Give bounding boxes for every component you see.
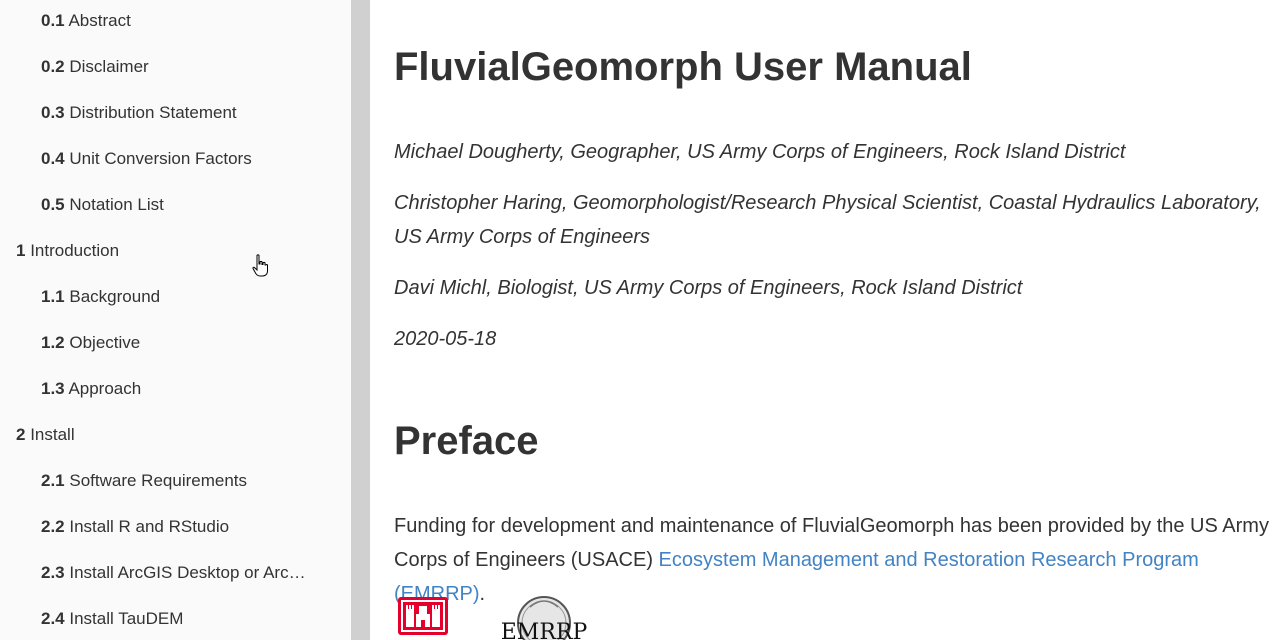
toc-label: Unit Conversion Factors [69,149,252,168]
toc-number: 1.3 [41,379,65,398]
toc-item-notation-list[interactable]: 0.5 Notation List [41,194,164,216]
emrrp-logo: EMRRP [501,596,588,640]
toc-label: Software Requirements [69,471,248,490]
toc-label: Install R and RStudio [69,517,230,536]
toc-number: 1.1 [41,287,65,306]
author-line: Michael Dougherty, Geographer, US Army C… [394,141,1126,163]
toc-number: 2.4 [41,609,65,628]
toc-number: 0.5 [41,195,65,214]
preface-period: . [479,583,486,605]
toc-label: Distribution Statement [69,103,237,122]
toc-item-install-r-rstudio[interactable]: 2.2 Install R and RStudio [41,516,229,538]
usace-castle-logo [398,597,448,635]
toc-label: Disclaimer [69,57,149,76]
toc-item-abstract[interactable]: 0.1 Abstract [41,10,131,32]
document-date: 2020-05-18 [394,328,497,350]
toc-label: Background [69,287,161,306]
toc-item-approach[interactable]: 1.3 Approach [41,378,141,400]
toc-number: 0.4 [41,149,65,168]
sidebar-splitter[interactable] [351,0,370,640]
toc-label: Notation List [69,195,164,214]
document-body: FluvialGeomorph User Manual Michael Doug… [370,0,1280,640]
toc-number: 2.3 [41,563,65,582]
toc-item-background[interactable]: 1.1 Background [41,286,160,308]
toc-label: Approach [68,379,142,398]
toc-label: Introduction [30,241,120,260]
toc-item-unit-conversion-factors[interactable]: 0.4 Unit Conversion Factors [41,148,252,170]
toc-number: 2 [16,425,26,444]
toc-item-software-requirements[interactable]: 2.1 Software Requirements [41,470,247,492]
toc-item-introduction[interactable]: 1 Introduction [16,240,119,262]
toc-item-disclaimer[interactable]: 0.2 Disclaimer [41,56,149,78]
toc-number: 0.3 [41,103,65,122]
toc-number: 0.2 [41,57,65,76]
hand-pointer-cursor-icon [252,254,268,277]
toc-sidebar: 0.1 Abstract 0.2 Disclaimer 0.3 Distribu… [0,0,351,640]
toc-item-install-taudem[interactable]: 2.4 Install TauDEM [41,608,183,630]
toc-label: Abstract [68,11,131,30]
toc-label: Objective [69,333,141,352]
toc-number: 2.1 [41,471,65,490]
author-line: Davi Michl, Biologist, US Army Corps of … [394,277,1023,299]
emrrp-logo-text: EMRRP [501,620,588,640]
toc-item-distribution-statement[interactable]: 0.3 Distribution Statement [41,102,237,124]
toc-number: 1.2 [41,333,65,352]
toc-label: Install [30,425,75,444]
toc-label: Install ArcGIS Desktop or Arc… [69,563,306,582]
toc-number: 1 [16,241,26,260]
toc-number: 2.2 [41,517,65,536]
toc-item-install-arcgis[interactable]: 2.3 Install ArcGIS Desktop or Arc… [41,562,306,584]
toc-number: 0.1 [41,11,65,30]
toc-item-objective[interactable]: 1.2 Objective [41,332,140,354]
preface-heading: Preface [394,419,539,463]
author-line: Christopher Haring, Geomorphologist/Rese… [394,192,1261,248]
page-title: FluvialGeomorph User Manual [394,45,972,89]
toc-label: Install TauDEM [69,609,184,628]
toc-item-install[interactable]: 2 Install [16,424,75,446]
